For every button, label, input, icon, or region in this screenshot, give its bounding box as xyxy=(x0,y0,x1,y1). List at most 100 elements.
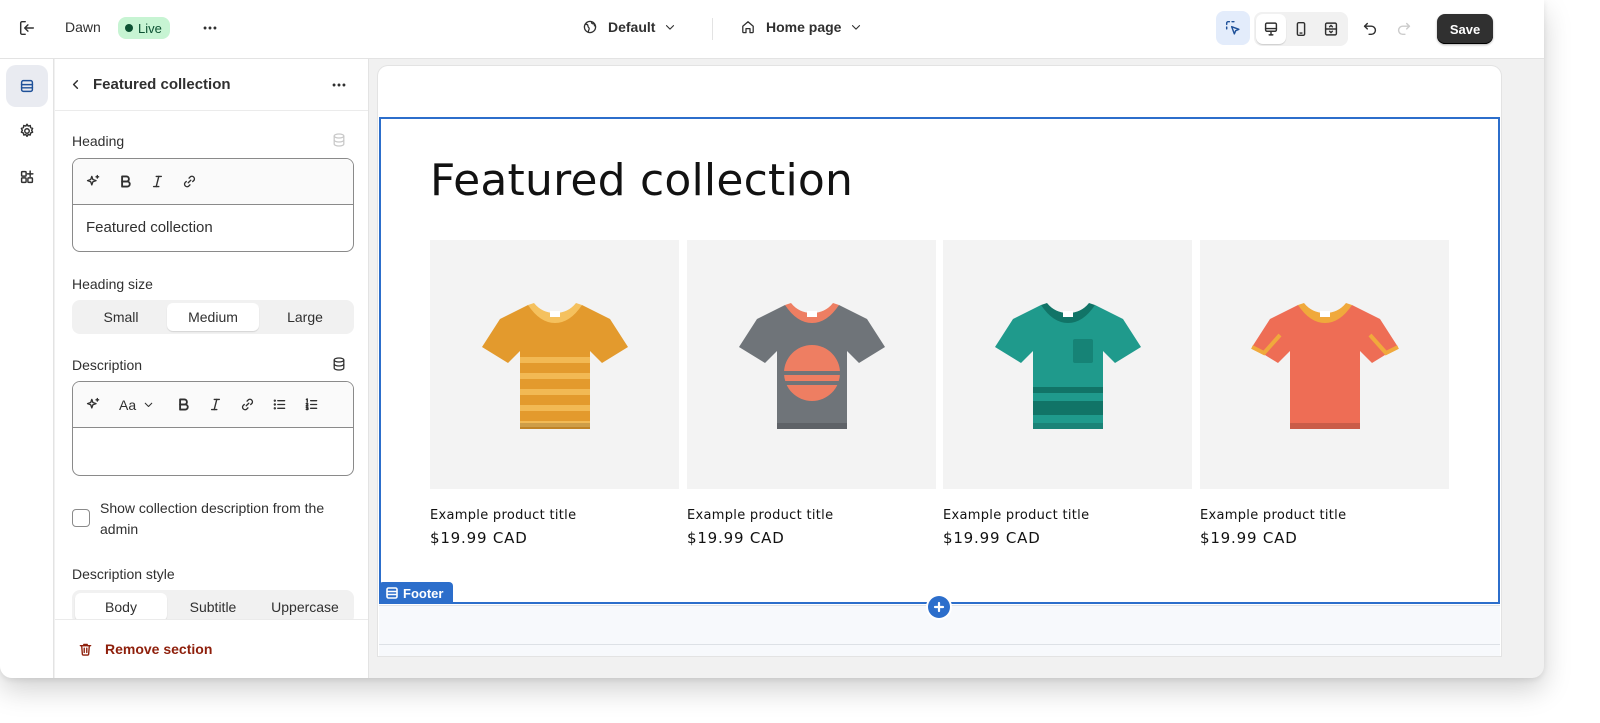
gear-icon xyxy=(20,123,34,138)
footer-divider xyxy=(379,644,1500,645)
product-card[interactable]: Example product title $19.99 CAD xyxy=(687,240,936,547)
bullet-list-icon xyxy=(273,399,285,410)
remove-section-button[interactable]: Remove section xyxy=(55,619,368,678)
apps-nav-button[interactable] xyxy=(6,156,48,198)
product-price: $19.99 CAD xyxy=(943,529,1041,547)
product-title[interactable]: Example product title xyxy=(687,508,936,523)
tshirt-icon xyxy=(994,302,1141,429)
live-badge-label: Live xyxy=(138,20,162,36)
section-actions-button[interactable] xyxy=(323,69,355,101)
top-bar: Dawn Live Default Home page Save xyxy=(0,0,1544,59)
sparkle-icon xyxy=(86,174,99,186)
heading-size-large[interactable]: Large xyxy=(259,303,351,331)
link-icon xyxy=(241,398,253,411)
tshirt-icon xyxy=(1250,302,1399,429)
product-title[interactable]: Example product title xyxy=(430,508,679,523)
dynamic-source-button[interactable] xyxy=(331,132,347,153)
save-button[interactable]: Save xyxy=(1437,14,1493,44)
redo-icon xyxy=(1397,22,1411,36)
ai-generate-button[interactable] xyxy=(79,391,107,419)
add-section-button[interactable] xyxy=(928,596,950,618)
desktop-view-button[interactable] xyxy=(1256,14,1286,44)
bullet-list-button[interactable] xyxy=(265,391,293,419)
mobile-view-button[interactable] xyxy=(1286,14,1316,44)
theme-selector-dropdown[interactable]: Default xyxy=(582,19,677,35)
fullscreen-icon xyxy=(1324,22,1338,36)
product-card[interactable]: Example product title $19.99 CAD xyxy=(430,240,679,547)
undo-button[interactable] xyxy=(1354,12,1386,44)
desktop-icon xyxy=(1264,22,1278,36)
section-icon xyxy=(386,587,398,599)
italic-button[interactable] xyxy=(143,168,171,196)
home-icon xyxy=(742,21,754,34)
theme-settings-nav-button[interactable] xyxy=(6,110,48,152)
live-badge: Live xyxy=(118,17,170,39)
theme-selector-label: Default xyxy=(608,19,656,35)
footer-section-tag[interactable]: Footer xyxy=(379,582,454,604)
italic-button[interactable] xyxy=(201,391,229,419)
bold-button[interactable] xyxy=(111,168,139,196)
remove-section-label: Remove section xyxy=(105,641,213,657)
product-image[interactable] xyxy=(1200,240,1449,489)
apps-icon xyxy=(20,170,34,184)
product-title[interactable]: Example product title xyxy=(943,508,1192,523)
ai-generate-button[interactable] xyxy=(79,168,107,196)
bold-button[interactable] xyxy=(169,391,197,419)
theme-name: Dawn xyxy=(65,19,101,35)
link-button[interactable] xyxy=(233,391,261,419)
cursor-select-icon xyxy=(1225,20,1240,35)
undo-icon xyxy=(1363,22,1377,36)
description-style-subtitle[interactable]: Subtitle xyxy=(167,593,259,621)
bold-icon xyxy=(178,398,189,411)
section-settings-panel: Featured collection Heading Featured col… xyxy=(55,59,369,678)
description-label: Description xyxy=(72,357,143,373)
tshirt-icon xyxy=(738,302,885,429)
description-style-uppercase[interactable]: Uppercase xyxy=(259,593,351,621)
live-dot-icon xyxy=(125,24,133,32)
product-image[interactable] xyxy=(430,240,679,489)
chevron-down-icon xyxy=(852,25,861,30)
font-style-dropdown[interactable]: Aa xyxy=(111,391,161,419)
fullscreen-view-button[interactable] xyxy=(1316,14,1346,44)
heading-editor: Featured collection xyxy=(72,158,354,252)
numbered-list-button[interactable] xyxy=(297,391,325,419)
product-image[interactable] xyxy=(943,240,1192,489)
show-description-checkbox[interactable] xyxy=(72,509,90,527)
product-title[interactable]: Example product title xyxy=(1200,508,1449,523)
description-input[interactable] xyxy=(73,428,353,475)
description-style-label: Description style xyxy=(72,566,175,582)
viewport-switcher xyxy=(1254,12,1348,46)
description-style-body[interactable]: Body xyxy=(75,593,167,621)
panel-header: Featured collection xyxy=(55,59,368,111)
exit-icon xyxy=(19,20,35,36)
show-description-label: Show collection description from the adm… xyxy=(100,500,325,537)
redo-button[interactable] xyxy=(1388,12,1420,44)
product-card[interactable]: Example product title $19.99 CAD xyxy=(943,240,1192,547)
heading-size-small[interactable]: Small xyxy=(75,303,167,331)
inspector-button[interactable] xyxy=(1216,11,1250,45)
globe-icon xyxy=(583,20,597,34)
heading-size-segmented: Small Medium Large xyxy=(72,300,354,334)
preview-section-title[interactable]: Featured collection xyxy=(430,155,853,206)
bold-icon xyxy=(120,175,131,188)
toolbar-divider xyxy=(712,18,713,40)
dynamic-source-button[interactable] xyxy=(331,356,347,377)
more-horizontal-icon xyxy=(203,26,217,30)
database-icon xyxy=(333,357,345,371)
panel-title: Featured collection xyxy=(93,76,231,93)
sections-nav-button[interactable] xyxy=(6,65,48,107)
sparkle-icon xyxy=(86,397,99,409)
back-button[interactable] xyxy=(61,71,89,99)
plus-icon xyxy=(933,601,945,613)
theme-actions-button[interactable] xyxy=(194,12,226,44)
mobile-icon xyxy=(1296,21,1306,37)
italic-icon xyxy=(210,398,220,411)
heading-size-medium[interactable]: Medium xyxy=(167,303,259,331)
page-selector-dropdown[interactable]: Home page xyxy=(740,19,863,35)
heading-input[interactable]: Featured collection xyxy=(73,205,353,250)
link-button[interactable] xyxy=(175,168,203,196)
exit-editor-button[interactable] xyxy=(11,12,43,44)
sections-icon xyxy=(20,79,34,93)
product-card[interactable]: Example product title $19.99 CAD xyxy=(1200,240,1449,547)
product-image[interactable] xyxy=(687,240,936,489)
